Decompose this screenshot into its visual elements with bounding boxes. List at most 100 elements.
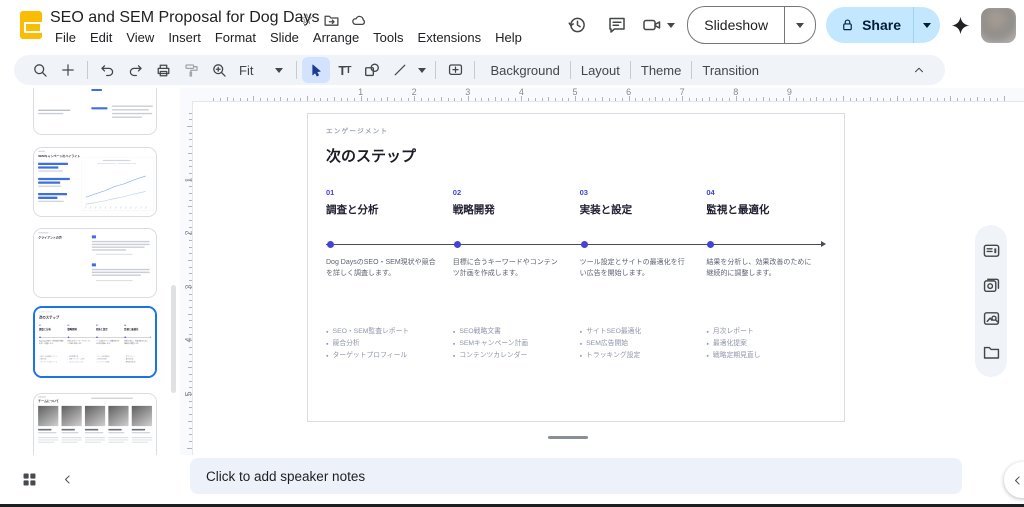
step-01[interactable]: 01調査と分析	[39, 325, 67, 331]
share-button[interactable]: Share	[826, 7, 940, 43]
step-heading: 戦略開発	[453, 202, 580, 217]
folder-icon[interactable]	[982, 343, 1001, 362]
step-04[interactable]: 04監視と最適化	[706, 188, 833, 217]
comments-icon[interactable]	[597, 7, 637, 43]
menu-file[interactable]: File	[48, 29, 83, 46]
slide-eyebrow-text[interactable]: エンゲージメント	[326, 125, 388, 135]
deliverables-list[interactable]: ●SEO・SEM監査レポート●競合分析●ターゲットプロフィール	[326, 326, 453, 363]
deliverables-list[interactable]: ●サイトSEO最適化●SEM広告開始●トラッキング設定	[580, 326, 707, 363]
step-03[interactable]: 03実装と設定	[96, 325, 124, 331]
slide-thumbnail-9[interactable]: チームについて	[33, 393, 157, 455]
step-03[interactable]: 03実装と設定	[580, 188, 707, 217]
menu-edit[interactable]: Edit	[83, 29, 119, 46]
deliverables-list[interactable]: ●SEO戦略文書●SEMキャンペーン計画●コンテンツカレンダー	[453, 326, 580, 363]
deliverable-item: ●SEM広告開始	[580, 338, 707, 350]
image-search-icon[interactable]	[982, 309, 1001, 328]
step-description[interactable]: ツール設定とサイトの最適化を行い広告を開始します。	[580, 257, 707, 279]
slides-logo-icon[interactable]	[20, 11, 42, 39]
bullet-dot: ●	[580, 350, 583, 362]
search-menus-icon[interactable]	[26, 57, 54, 83]
document-title[interactable]: SEO and SEM Proposal for Dog Days	[50, 9, 319, 27]
deliverable-text: SEMキャンペーン計画	[459, 338, 528, 350]
photos-stack-icon[interactable]	[982, 275, 1001, 294]
slide-thumbnail-6[interactable]: SEMキャンペーンのハイライト	[33, 147, 157, 217]
deliverables-list[interactable]: ●SEO戦略文書●SEMキャンペーン計画●コンテンツカレンダー	[67, 355, 95, 363]
step-heading: 調査と分析	[39, 328, 67, 331]
step-02[interactable]: 02戦略開発	[453, 188, 580, 217]
menu-insert[interactable]: Insert	[161, 29, 208, 46]
paint-format-icon[interactable]	[177, 57, 205, 83]
deliverable-item: ●戦略定期見直し	[706, 350, 833, 362]
step-description[interactable]: Dog DaysのSEO・SEM現状や競合を詳しく調査します。	[39, 340, 67, 345]
print-button[interactable]	[149, 57, 177, 83]
new-slide-button[interactable]	[54, 57, 82, 83]
filmstrip-scrollbar[interactable]	[171, 285, 176, 393]
move-folder-icon[interactable]	[323, 12, 340, 29]
transition-button[interactable]: Transition	[692, 63, 769, 78]
step-number: 03	[96, 325, 124, 327]
menu-view[interactable]: View	[119, 29, 161, 46]
menu-slide[interactable]: Slide	[263, 29, 306, 46]
slide-title-text[interactable]: 次のステップ	[326, 145, 416, 166]
zoom-dropdown-caret[interactable]	[275, 68, 283, 73]
contact-card-icon[interactable]	[982, 241, 1001, 260]
slideshow-button[interactable]: Slideshow	[687, 6, 816, 44]
menu-format[interactable]: Format	[208, 29, 263, 46]
shapes-tool[interactable]	[358, 57, 386, 83]
layout-button[interactable]: Layout	[571, 63, 630, 78]
line-dropdown-caret[interactable]	[418, 68, 426, 73]
version-history-icon[interactable]	[557, 7, 597, 43]
hide-menus-icon[interactable]	[905, 57, 933, 83]
slide-thumbnail-7[interactable]: クライアントの声	[33, 228, 157, 298]
theme-button[interactable]: Theme	[631, 63, 691, 78]
background-button[interactable]: Background	[480, 63, 569, 78]
zoom-level[interactable]: Fit	[233, 63, 259, 78]
step-01[interactable]: 01調査と分析	[326, 188, 453, 217]
account-avatar[interactable]	[981, 8, 1016, 43]
step-04[interactable]: 04監視と最適化	[124, 325, 152, 331]
speaker-notes-input[interactable]: Click to add speaker notes	[190, 458, 962, 494]
redo-button[interactable]	[121, 57, 149, 83]
step-description[interactable]: ツール設定とサイトの最適化を行い広告を開始します。	[96, 340, 124, 345]
slide-eyebrow-text[interactable]: エンゲージメント	[39, 310, 53, 312]
ruler-number: 1	[358, 87, 363, 97]
collapse-filmstrip-icon[interactable]	[56, 468, 78, 490]
deliverables-list[interactable]: ●サイトSEO最適化●SEM広告開始●トラッキング設定	[96, 355, 124, 363]
menu-help[interactable]: Help	[488, 29, 529, 46]
step-02[interactable]: 02戦略開発	[67, 325, 95, 331]
deliverables-list[interactable]: ●月次レポート●最適化提案●戦略定期見直し	[124, 355, 152, 363]
undo-button[interactable]	[93, 57, 121, 83]
deliverables-list[interactable]: ●月次レポート●最適化提案●戦略定期見直し	[706, 326, 833, 363]
text-box-tool[interactable]: TT	[330, 57, 358, 83]
lock-icon	[840, 17, 855, 33]
timeline-line[interactable]	[326, 244, 824, 245]
camera-dropdown-caret[interactable]	[667, 23, 675, 28]
timeline-arrowhead	[821, 241, 826, 247]
step-description[interactable]: 結果を分析し、効果改善のために継続的に調整します。	[124, 340, 152, 345]
menu-arrange[interactable]: Arrange	[306, 29, 366, 46]
menu-extensions[interactable]: Extensions	[411, 29, 489, 46]
insert-comment-icon[interactable]	[441, 57, 469, 83]
timeline-dot	[39, 336, 41, 338]
slide-thumbnail-5[interactable]	[33, 88, 157, 135]
line-tool[interactable]	[386, 57, 414, 83]
star-icon[interactable]: ☆	[300, 11, 313, 29]
step-description[interactable]: Dog DaysのSEO・SEM現状や競合を詳しく調査します。	[326, 257, 453, 279]
select-tool[interactable]	[302, 57, 330, 83]
slide-canvas[interactable]: エンゲージメント 次のステップ 01調査と分析02戦略開発03実装と設定04監視…	[307, 113, 845, 422]
slide-thumbnail-8-selected[interactable]: エンゲージメント 次のステップ 01調査と分析02戦略開発03実装と設定04監視…	[33, 306, 157, 378]
step-description[interactable]: 目標に合うキーワードやコンテンツ計画を作成します。	[453, 257, 580, 279]
menu-tools[interactable]: Tools	[366, 29, 410, 46]
zoom-icon[interactable]	[205, 57, 233, 83]
cloud-status-icon[interactable]	[350, 12, 368, 29]
grid-view-icon[interactable]	[18, 468, 40, 490]
slide-title-text[interactable]: 次のステップ	[39, 315, 59, 320]
deliverables-list[interactable]: ●SEO・SEM監査レポート●競合分析●ターゲットプロフィール	[39, 355, 67, 363]
slideshow-dropdown[interactable]	[784, 7, 815, 43]
share-dropdown[interactable]	[913, 7, 940, 43]
step-description[interactable]: 結果を分析し、効果改善のために継続的に調整します。	[706, 257, 833, 279]
gemini-sparkle-icon[interactable]	[950, 15, 971, 36]
meet-camera-icon[interactable]	[637, 7, 667, 43]
step-description[interactable]: 目標に合うキーワードやコンテンツ計画を作成します。	[67, 340, 95, 345]
canvas-horizontal-scrollbar[interactable]	[548, 436, 588, 439]
